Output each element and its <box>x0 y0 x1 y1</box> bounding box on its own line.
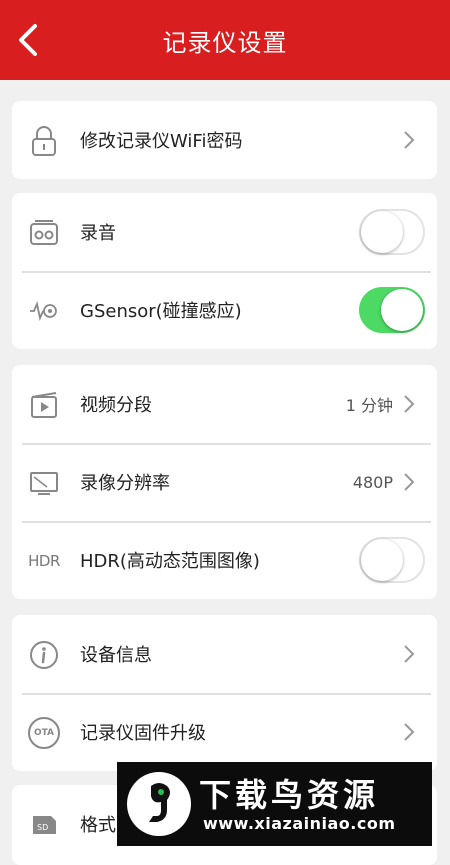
video-segment-value: 1 分钟 <box>345 396 393 415</box>
toggle-knob <box>381 289 423 331</box>
gsensor-toggle[interactable] <box>359 287 425 333</box>
firmware-upgrade-label: 记录仪固件升级 <box>80 723 206 744</box>
ota-icon: OTA <box>28 717 60 749</box>
ota-badge: OTA <box>28 717 60 749</box>
watermark-banner: 下载鸟资源 www.xiazainiao.com <box>117 762 432 846</box>
info-icon <box>28 639 60 671</box>
toggle-knob <box>361 539 403 581</box>
chevron-right-icon <box>403 644 415 664</box>
hdr-row: HDR HDR(高动态范围图像) <box>12 521 437 599</box>
vibration-sensor-icon <box>28 295 60 327</box>
audio-row: 录音 <box>12 193 437 271</box>
bird-logo-icon <box>127 772 191 836</box>
audio-label: 录音 <box>80 223 116 244</box>
chevron-right-icon <box>403 472 415 492</box>
format-label: 格式 <box>80 815 116 836</box>
app-header: 记录仪设置 <box>0 0 450 80</box>
device-info-row[interactable]: 设备信息 <box>12 615 437 693</box>
svg-text:SD: SD <box>37 823 48 832</box>
toggle-knob <box>361 211 403 253</box>
recorder-icon <box>28 217 60 249</box>
recording-card: 录音 GSensor(碰撞感应) <box>12 193 437 349</box>
hdr-label: HDR(高动态范围图像) <box>80 551 260 572</box>
sd-card-icon: SD <box>28 809 60 841</box>
audio-toggle[interactable] <box>359 209 425 255</box>
film-icon <box>28 389 60 421</box>
video-segment-label: 视频分段 <box>80 395 152 416</box>
device-card: 设备信息 OTA 记录仪固件升级 <box>12 615 437 771</box>
video-segment-row[interactable]: 视频分段 1 分钟 <box>12 365 437 443</box>
wifi-password-row[interactable]: 修改记录仪WiFi密码 <box>12 101 437 179</box>
resolution-row[interactable]: 录像分辨率 480P <box>12 443 437 521</box>
monitor-icon <box>28 467 60 499</box>
gsensor-row: GSensor(碰撞感应) <box>12 271 437 349</box>
chevron-right-icon <box>403 722 415 742</box>
watermark-title: 下载鸟资源 <box>199 776 380 814</box>
device-info-label: 设备信息 <box>80 645 152 666</box>
chevron-right-icon <box>403 394 415 414</box>
resolution-label: 录像分辨率 <box>80 473 170 494</box>
wifi-card: 修改记录仪WiFi密码 <box>12 101 437 179</box>
hdr-icon: HDR <box>28 552 60 570</box>
page-title: 记录仪设置 <box>162 28 288 57</box>
firmware-upgrade-row[interactable]: OTA 记录仪固件升级 <box>12 693 437 771</box>
gsensor-label: GSensor(碰撞感应) <box>80 301 242 322</box>
video-card: 视频分段 1 分钟 录像分辨率 480P HDR HDR(高动态范围图像) <box>12 365 437 599</box>
watermark-url: www.xiazainiao.com <box>203 814 396 833</box>
chevron-right-icon <box>403 130 415 150</box>
lock-icon <box>28 125 60 157</box>
wifi-password-label: 修改记录仪WiFi密码 <box>80 131 243 152</box>
resolution-value: 480P <box>352 472 393 492</box>
hdr-toggle[interactable] <box>359 537 425 583</box>
